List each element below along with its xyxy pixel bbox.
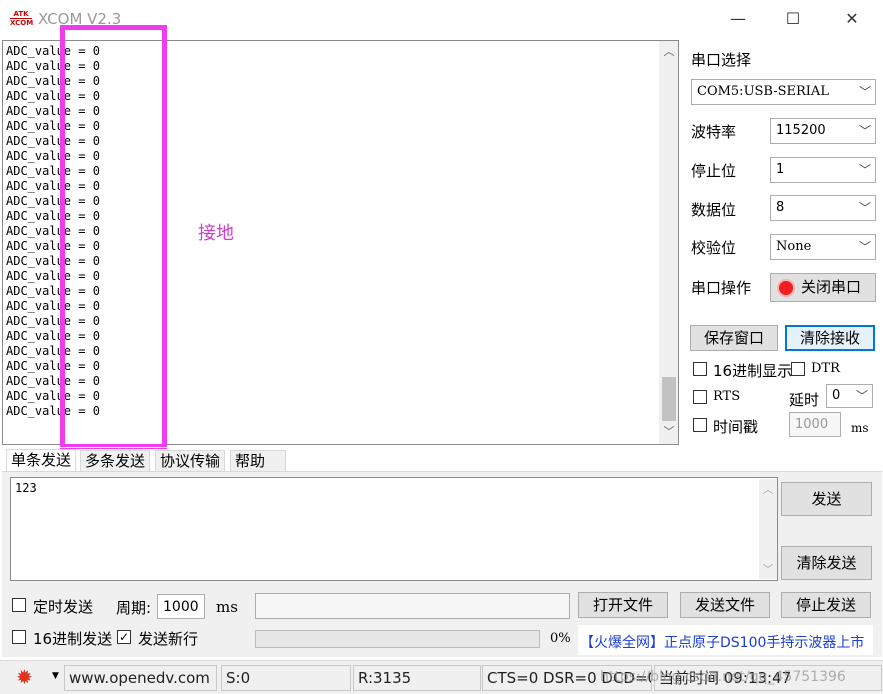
scroll-up-icon[interactable]: ︿ [759, 483, 777, 497]
timestamp-unit: ms [851, 421, 869, 435]
hex-display-label: 16进制显示 [713, 362, 793, 380]
dtr-label: DTR [811, 361, 840, 376]
scroll-down-icon[interactable]: ﹀ [659, 425, 678, 439]
app-logo: ATK XCOM [10, 10, 34, 27]
rts-label: RTS [713, 389, 741, 404]
checkmark-icon: ✓ [118, 630, 130, 644]
port-status-icon [777, 279, 795, 297]
save-window-button[interactable]: 保存窗口 [690, 325, 778, 351]
gear-icon: ✹ [16, 665, 33, 689]
scroll-thumb[interactable] [662, 377, 676, 421]
send-input[interactable]: 123 ︿ ﹀ [10, 477, 778, 581]
period-label: 周期: [116, 599, 152, 617]
received-count: R:3135 [353, 665, 481, 691]
website-link[interactable]: www.openedv.com [64, 665, 217, 691]
hex-send-label: 16进制发送 [33, 630, 113, 648]
send-text: 123 [15, 481, 37, 495]
delay-label: 延时 [789, 391, 820, 409]
stop-send-button[interactable]: 停止发送 [781, 592, 871, 618]
clear-receive-button[interactable]: 清除接收 [785, 325, 875, 351]
timed-send-checkbox[interactable] [12, 598, 26, 612]
file-path-input[interactable] [255, 593, 570, 619]
port-section-title: 串口选择 [691, 51, 752, 69]
chevron-down-icon: ﹀ [858, 240, 871, 254]
stop-bits-value: 1 [776, 162, 785, 177]
send-progress-bar [255, 630, 540, 648]
send-file-button[interactable]: 发送文件 [680, 592, 770, 618]
baud-select[interactable]: 115200 ﹀ [770, 118, 876, 144]
receive-scrollbar[interactable]: ︿ ﹀ [659, 41, 678, 444]
send-newline-checkbox[interactable]: ✓ [117, 630, 131, 644]
status-bar: ✹ ▼ www.openedv.com S:0 R:3135 CTS=0 DSR… [0, 660, 883, 694]
send-newline-label: 发送新行 [138, 630, 199, 648]
stop-bits-label: 停止位 [691, 162, 737, 180]
parity-value: None [776, 239, 812, 254]
clear-send-button[interactable]: 清除发送 [781, 546, 872, 580]
timestamp-label: 时间戳 [713, 418, 759, 436]
tab-help[interactable]: 帮助 [230, 450, 286, 472]
annotation-label: 接地 [198, 223, 234, 244]
port-select[interactable]: COM5:USB-SERIAL ﹀ [691, 79, 876, 105]
data-bits-value: 8 [776, 200, 785, 215]
timed-send-label: 定时发送 [33, 598, 94, 616]
chevron-down-icon: ﹀ [858, 201, 871, 215]
period-unit: ms [216, 598, 238, 616]
watermark: https://blog.csdn.net/qq_45751396 [600, 669, 846, 685]
sent-count: S:0 [221, 665, 351, 691]
baud-label: 波特率 [691, 123, 737, 141]
timestamp-checkbox[interactable] [693, 418, 707, 432]
stop-bits-select[interactable]: 1 ﹀ [770, 157, 876, 183]
tab-protocol[interactable]: 协议传输 [155, 450, 226, 472]
open-file-button[interactable]: 打开文件 [578, 592, 668, 618]
data-bits-select[interactable]: 8 ﹀ [770, 195, 876, 221]
chevron-down-icon: ﹀ [858, 163, 871, 177]
period-input[interactable]: 1000 [157, 594, 205, 619]
highlight-box [60, 25, 167, 449]
settings-menu[interactable]: ✹ ▼ [8, 665, 64, 691]
dropdown-arrow-icon: ▼ [52, 671, 59, 681]
delay-select[interactable]: 0 ﹀ [826, 384, 873, 408]
close-button[interactable]: ✕ [832, 8, 872, 30]
chevron-down-icon: ﹀ [855, 389, 868, 403]
ad-link[interactable]: 【火爆全网】正点原子DS100手持示波器上市 [580, 632, 864, 652]
minimize-button[interactable]: — [718, 8, 758, 30]
hex-send-checkbox[interactable] [12, 630, 26, 644]
scroll-up-icon[interactable]: ︿ [659, 45, 678, 59]
send-progress-value: 0% [550, 631, 571, 646]
chevron-down-icon: ﹀ [858, 124, 871, 138]
tab-multi-send[interactable]: 多条发送 [80, 450, 151, 472]
rts-checkbox[interactable] [693, 390, 707, 404]
send-scrollbar[interactable]: ︿ ﹀ [759, 479, 777, 579]
close-port-button[interactable]: 关闭串口 [770, 273, 876, 302]
send-button[interactable]: 发送 [781, 482, 872, 516]
parity-select[interactable]: None ﹀ [770, 234, 876, 260]
baud-value: 115200 [776, 123, 826, 138]
timestamp-interval-input[interactable]: 1000 [789, 412, 841, 437]
tab-single-send[interactable]: 单条发送 [6, 449, 77, 471]
chevron-down-icon: ﹀ [858, 85, 871, 99]
maximize-button[interactable]: ☐ [773, 8, 813, 30]
hex-display-checkbox[interactable] [693, 362, 707, 376]
close-port-label: 关闭串口 [801, 278, 862, 296]
data-bits-label: 数据位 [691, 201, 737, 219]
port-op-label: 串口操作 [691, 279, 752, 297]
dtr-checkbox[interactable] [791, 362, 805, 376]
delay-value: 0 [832, 388, 841, 403]
port-value: COM5:USB-SERIAL [697, 84, 829, 99]
parity-label: 校验位 [691, 239, 737, 257]
scroll-down-icon[interactable]: ﹀ [759, 563, 777, 577]
